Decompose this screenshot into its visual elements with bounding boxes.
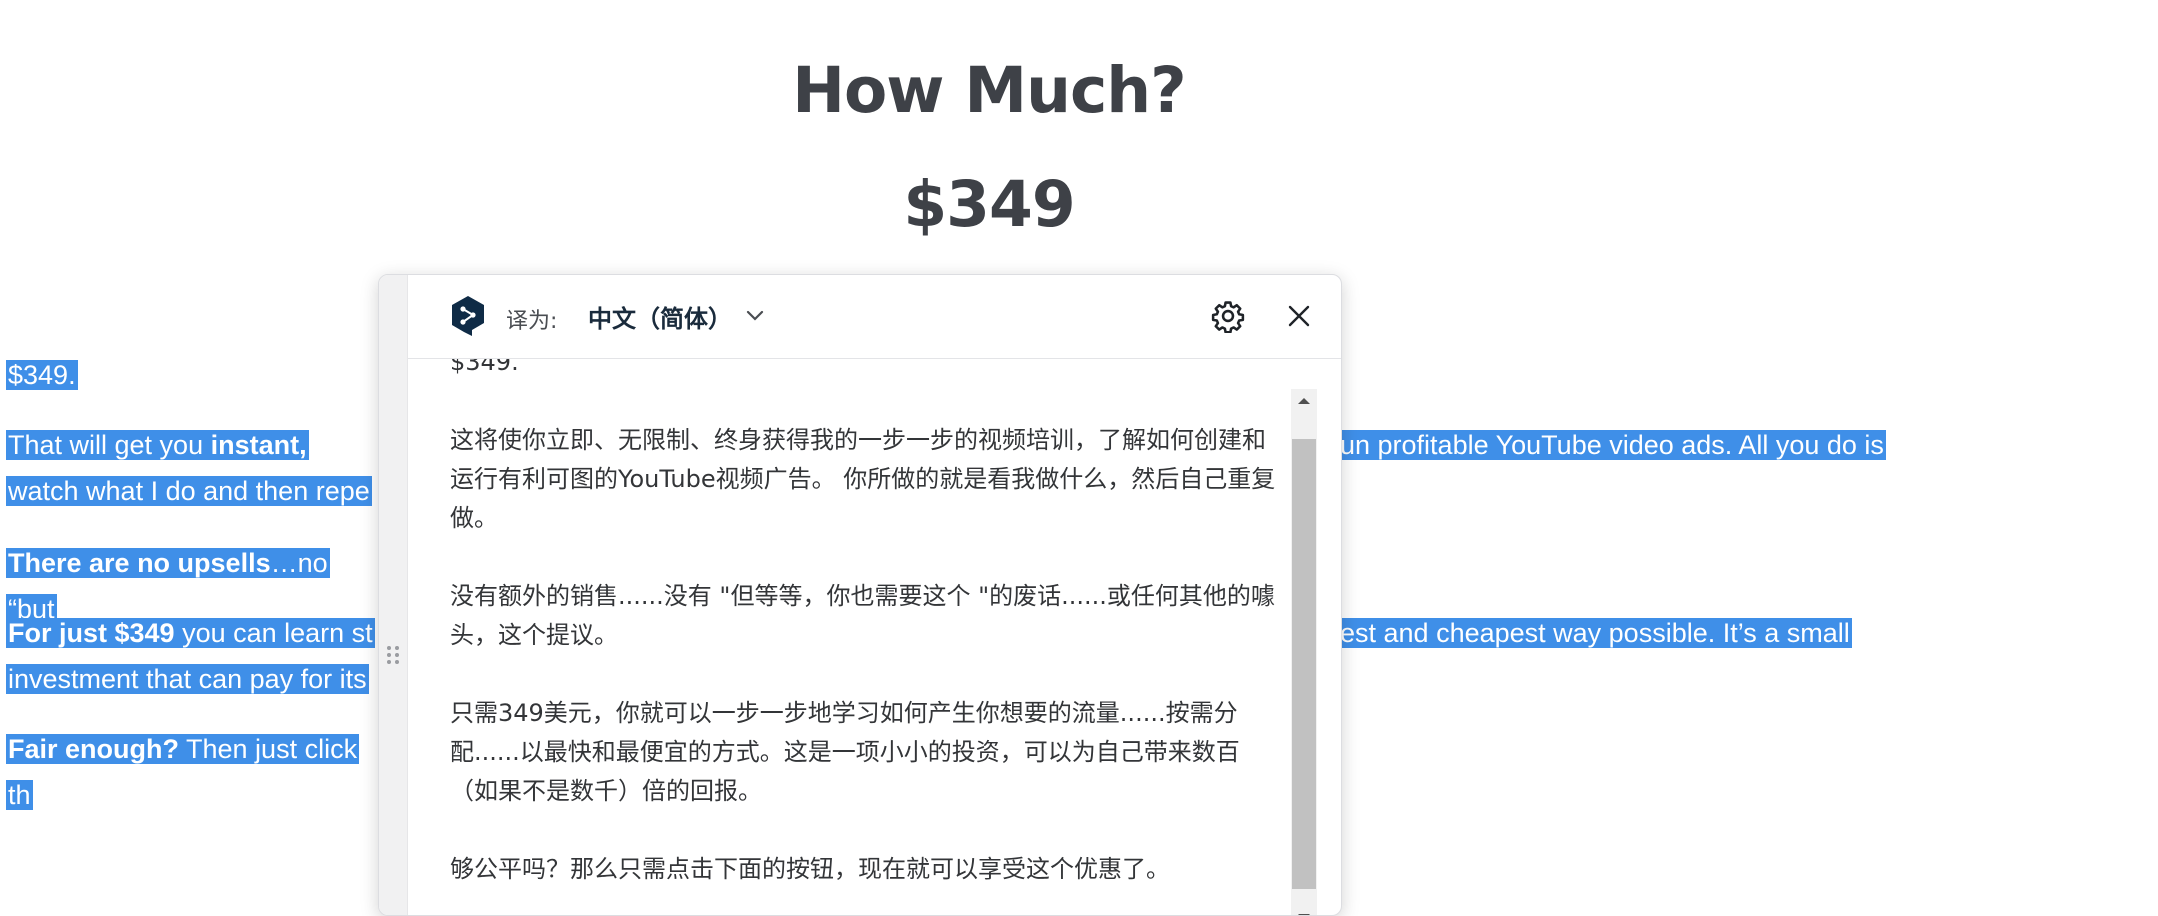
selected-text-left: $349. That will get you instant, unlim w…	[0, 0, 378, 898]
gear-icon[interactable]	[1211, 299, 1245, 333]
offer-text-line2: watch what I do and then repe	[6, 476, 372, 506]
just-text: you can learn st	[174, 618, 373, 648]
popup-header: 译为: 中文（简体）	[408, 275, 1341, 359]
translated-paragraph-4: 够公平吗？那么只需点击下面的按钮，现在就可以享受这个优惠了。	[450, 855, 1170, 883]
paragraph-just-line2: investment that can pay for its	[6, 656, 369, 702]
scroll-up-icon[interactable]	[1291, 389, 1317, 413]
offer-text: That will get you	[8, 430, 211, 460]
upsells-bold: There are no upsells	[8, 548, 271, 578]
translated-paragraph-1: 这将使你立即、无限制、终身获得我的一步一步的视频培训，了解如何创建和运行有利可图…	[450, 426, 1276, 532]
drag-handle-icon[interactable]	[385, 645, 401, 665]
just-bold: For just $349	[8, 618, 175, 648]
selected-text-right: un profitable YouTube video ads. All you…	[1338, 0, 2158, 898]
translated-paragraph-2: 没有额外的销售......没有 "但等等，你也需要这个 "的废话......或任…	[450, 582, 1275, 649]
translated-paragraph-3: 只需349美元，你就可以一步一步地学习如何产生你想要的流量......按需分配.…	[450, 699, 1240, 805]
paragraph-fair: Fair enough? Then just click th	[6, 726, 378, 818]
drag-strip[interactable]	[379, 275, 408, 915]
just-text-right: est and cheapest way possible. It’s a sm…	[1338, 618, 1852, 648]
chevron-down-icon	[746, 310, 764, 321]
translated-text[interactable]: $349. 这将使你立即、无限制、终身获得我的一步一步的视频培训，了解如何创建和…	[450, 359, 1278, 915]
scroll-thumb[interactable]	[1292, 439, 1316, 889]
translation-popup: 译为: 中文（简体） $349. 这将使你立即、无限制、终身获得我的一步一步的视…	[378, 274, 1342, 916]
paragraph-offer-right: un profitable YouTube video ads. All you…	[1338, 422, 1886, 468]
deepl-logo-icon	[452, 296, 484, 336]
target-language-value: 中文（简体）	[588, 304, 732, 333]
scroll-down-icon[interactable]	[1291, 905, 1317, 915]
fair-bold: Fair enough?	[8, 734, 179, 764]
offer-text-right: un profitable YouTube video ads. All you…	[1338, 430, 1886, 460]
paragraph-just-right: est and cheapest way possible. It’s a sm…	[1338, 610, 1852, 656]
close-icon[interactable]	[1286, 303, 1312, 329]
price-text: $349.	[6, 360, 78, 390]
translated-fragment: $349.	[450, 359, 519, 376]
just-text-line2: investment that can pay for its	[6, 664, 369, 694]
target-language-select[interactable]: 中文（简体）	[588, 299, 764, 333]
paragraph-price: $349.	[6, 352, 78, 398]
paragraph-just: For just $349 you can learn st	[6, 610, 375, 656]
scrollbar[interactable]	[1291, 389, 1317, 915]
translation-content: $349. 这将使你立即、无限制、终身获得我的一步一步的视频培训，了解如何创建和…	[408, 359, 1341, 915]
translate-to-label: 译为:	[506, 309, 558, 334]
paragraph-offer-line2: watch what I do and then repe	[6, 468, 372, 514]
